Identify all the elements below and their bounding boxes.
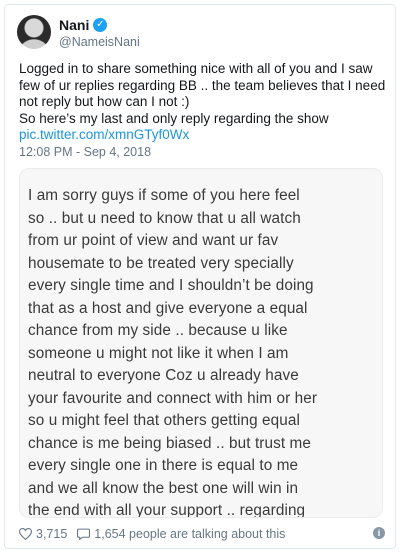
image-line: so .. but u need to know that u all watc… bbox=[28, 209, 301, 227]
comment-icon bbox=[77, 528, 91, 540]
image-line: from ur point of view and want ur fav bbox=[28, 232, 279, 249]
timestamp[interactable]: 12:08 PM - Sep 4, 2018 bbox=[19, 145, 151, 159]
verified-badge-icon: ✓ bbox=[93, 18, 108, 32]
image-line: someone u might not like it when I am bbox=[28, 344, 289, 362]
tweet-footer: 3,715 1,654 people are talking about thi… bbox=[19, 525, 385, 543]
display-name-row: Nani ✓ bbox=[59, 17, 140, 33]
tweet-card: Nani ✓ @NameisNani Logged in to share so… bbox=[4, 4, 396, 549]
image-line: and we all know the best one will win in bbox=[28, 479, 299, 497]
display-name[interactable]: Nani bbox=[59, 17, 89, 33]
image-line: every single one in there is equal to me bbox=[28, 457, 299, 474]
info-icon[interactable]: i bbox=[373, 527, 385, 539]
image-line: I am sorry guys if some of you here feel bbox=[28, 187, 300, 204]
user-names: Nani ✓ @NameisNani bbox=[59, 17, 140, 49]
like-action[interactable]: 3,715 bbox=[19, 527, 67, 541]
tweet-text-line-1: Logged in to share something nice with a… bbox=[19, 61, 386, 109]
image-line: the end with all your support .. regardi… bbox=[28, 502, 306, 518]
heart-icon bbox=[19, 528, 32, 540]
image-text: I am sorry guys if some of you here feel… bbox=[28, 185, 378, 518]
tweet-text: Logged in to share something nice with a… bbox=[19, 61, 389, 144]
talking-count: 1,654 people are talking about this bbox=[94, 527, 286, 541]
attached-image[interactable]: I am sorry guys if some of you here feel… bbox=[19, 168, 383, 518]
tweet-header: Nani ✓ @NameisNani bbox=[17, 15, 387, 51]
user-handle[interactable]: @NameisNani bbox=[59, 35, 140, 49]
tweet-text-line-2: So here’s my last and only reply regardi… bbox=[19, 110, 329, 126]
image-line: every single time and I shouldn’t be doi… bbox=[28, 277, 314, 294]
pic-link[interactable]: pic.twitter.com/xmnGTyf0Wx bbox=[19, 127, 189, 142]
talking-action[interactable]: 1,654 people are talking about this bbox=[77, 527, 285, 541]
image-line: neutral to everyone Coz u already have bbox=[28, 367, 299, 384]
image-line: your favourite and connect with him or h… bbox=[28, 389, 318, 407]
like-count: 3,715 bbox=[36, 527, 68, 541]
image-line: that as a host and give everyone a equal bbox=[28, 299, 308, 317]
image-line: so u might feel that others getting equa… bbox=[28, 412, 300, 429]
avatar[interactable] bbox=[17, 15, 51, 49]
image-line: chance from my side .. because u like bbox=[28, 322, 288, 339]
image-line: housemate to be treated very specially bbox=[28, 254, 294, 272]
image-line: chance is me being biased .. but trust m… bbox=[28, 434, 311, 452]
